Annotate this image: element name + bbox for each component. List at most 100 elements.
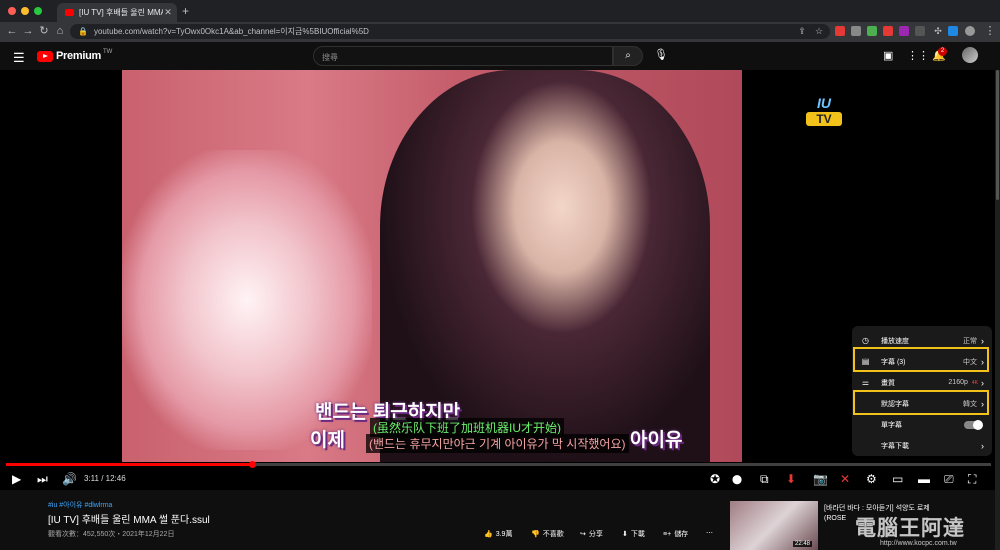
site-watermark-url: http://www.kocpc.com.tw <box>880 540 957 547</box>
close-window-button[interactable] <box>8 7 16 15</box>
progress-bar-played <box>6 463 253 466</box>
settings-item-value: 2160p <box>948 379 968 386</box>
search-input[interactable]: 搜尋 <box>313 46 613 66</box>
extension-player-icon[interactable]: ✪ <box>710 472 720 486</box>
new-tab-button[interactable]: + <box>182 4 189 18</box>
iu-tv-logo-line2: TV <box>806 112 842 126</box>
settings-item-value: 正常 <box>963 337 977 345</box>
notification-count-badge: 2 <box>938 47 947 56</box>
extension-icon[interactable] <box>899 26 909 36</box>
browser-menu-icon[interactable]: ⋮ <box>983 24 997 38</box>
create-video-icon[interactable]: ▣ <box>883 49 893 62</box>
extension-download-icon[interactable]: ⬇ <box>786 472 796 486</box>
settings-item-label: 畫質 <box>881 379 895 387</box>
time-display: 3:11 / 12:46 <box>84 474 126 483</box>
dislike-button[interactable]: 👎 不喜歡 <box>531 529 564 539</box>
extension-icon[interactable] <box>948 26 958 36</box>
playback-speed-icon: ◷ <box>862 336 869 345</box>
recommended-video-duration: 22:48 <box>793 541 813 547</box>
thumbs-up-icon: 👍 <box>484 531 493 538</box>
download-label: 下載 <box>630 531 645 538</box>
account-avatar[interactable] <box>962 47 978 63</box>
extension-icon[interactable] <box>851 26 861 36</box>
youtube-favicon-icon <box>65 9 74 16</box>
hamburger-menu-icon[interactable]: ☰ <box>13 50 25 66</box>
site-watermark: 電腦王阿達 <box>855 517 965 540</box>
miniplayer-icon[interactable]: ▭ <box>892 472 903 486</box>
share-button[interactable]: ↪ 分享 <box>580 529 603 539</box>
settings-item-subtitle-download[interactable]: 字幕下載 › <box>852 435 992 456</box>
extensions-puzzle-icon[interactable]: ✣ <box>931 24 945 38</box>
burned-subtitle-line2-right: 아이유 <box>630 430 683 451</box>
scrollbar-thumb[interactable] <box>996 70 999 200</box>
next-video-icon[interactable]: ⏭ <box>37 472 48 487</box>
chevron-right-icon: › <box>981 440 984 451</box>
settings-item-label: 字幕下載 <box>881 442 909 450</box>
home-icon[interactable]: ⌂ <box>53 24 67 38</box>
lock-icon: 🔒 <box>78 27 88 36</box>
cast-icon[interactable]: ⎚ <box>944 472 954 487</box>
more-actions-icon[interactable]: ⋯ <box>706 529 713 537</box>
tab-title: [IU TV] 후배들 울린 MMA 썰 푼다. <box>79 8 163 17</box>
youtube-play-logo-icon <box>37 50 53 62</box>
video-title: [IU TV] 후배들 울린 MMA 썰 푼다.ssul <box>48 515 210 526</box>
settings-item-label: 單字幕 <box>881 421 902 429</box>
current-time: 3:11 <box>84 474 99 483</box>
extension-icon[interactable] <box>867 26 877 36</box>
address-bar[interactable]: 🔒 youtube.com/watch?v=TyOwx0Okc1A&ab_cha… <box>70 24 830 39</box>
apps-grid-icon[interactable]: ⋮⋮ <box>907 49 929 62</box>
search-button[interactable]: ⌕ <box>613 46 643 66</box>
bookmark-star-icon[interactable]: ☆ <box>812 24 826 38</box>
region-code: TW <box>102 49 113 55</box>
save-label: 儲存 <box>674 531 689 538</box>
highlight-box-default-subtitle <box>853 390 989 415</box>
volume-icon[interactable]: 🔊 <box>62 472 77 486</box>
autoplay-toggle[interactable]: ⬤ <box>732 474 742 485</box>
download-icon: ⬇ <box>622 531 628 538</box>
extension-close-icon[interactable]: ✕ <box>840 472 850 486</box>
highlight-box-subtitles <box>853 347 989 372</box>
quality-sliders-icon: ⚌ <box>861 378 870 387</box>
play-icon[interactable]: ▶ <box>12 472 21 486</box>
forward-icon[interactable]: → <box>21 24 35 38</box>
extension-icon[interactable] <box>883 26 893 36</box>
video-hashtags[interactable]: #iu #아이유 #dlwlrma <box>48 500 112 510</box>
search-icon: ⌕ <box>625 50 631 61</box>
back-icon[interactable]: ← <box>5 24 19 38</box>
theater-mode-icon[interactable]: ▬ <box>918 472 930 486</box>
maximize-window-button[interactable] <box>34 7 42 15</box>
share-label: 分享 <box>588 531 603 538</box>
settings-item-label: 播放速度 <box>881 337 909 345</box>
share-page-icon[interactable]: ⇪ <box>795 24 809 38</box>
browser-tab[interactable]: [IU TV] 후배들 울린 MMA 썰 푼다. ✕ <box>57 3 177 22</box>
iu-tv-watermark-logo: IU TV <box>806 95 842 129</box>
settings-gear-icon[interactable]: ⚙ <box>866 472 877 486</box>
fullscreen-icon[interactable]: ⛶ <box>968 472 976 487</box>
youtube-logo[interactable]: Premium TW <box>37 49 113 62</box>
reload-icon[interactable]: ↻ <box>37 24 51 38</box>
duration: 12:46 <box>105 474 126 483</box>
iu-tv-logo-line1: IU <box>817 95 831 111</box>
close-tab-icon[interactable]: ✕ <box>163 7 173 18</box>
screenshot-camera-icon[interactable]: 📷 <box>813 472 828 486</box>
voice-search-mic-icon[interactable]: 🎙 <box>654 48 668 61</box>
caption-korean: (밴드는 휴무지만야근 기계 아이유가 막 시작했어요) <box>366 434 629 453</box>
save-playlist-icon: ≡+ <box>663 530 672 538</box>
extension-icon[interactable] <box>835 26 845 36</box>
profile-avatar-icon[interactable] <box>965 26 975 36</box>
chevron-right-icon: › <box>981 335 984 346</box>
burned-subtitle-line2-left: 이제 <box>310 430 345 451</box>
single-subtitle-toggle[interactable] <box>964 419 983 430</box>
quality-badge: 4K <box>971 379 978 386</box>
extension-icon[interactable] <box>915 26 925 36</box>
settings-item-single-subtitle[interactable]: 單字幕 <box>852 414 992 435</box>
window-controls[interactable] <box>8 7 42 15</box>
subtitles-cc-icon[interactable]: ⧉ <box>760 472 769 487</box>
logo-text: Premium <box>56 50 101 62</box>
like-button[interactable]: 👍 3.9萬 <box>484 529 512 539</box>
dislike-label: 不喜歡 <box>542 531 564 538</box>
save-button[interactable]: ≡+ 儲存 <box>663 529 688 539</box>
download-button[interactable]: ⬇ 下載 <box>622 529 645 539</box>
video-views-date: 觀看次數：452,550次・2021年12月22日 <box>48 531 175 538</box>
minimize-window-button[interactable] <box>21 7 29 15</box>
